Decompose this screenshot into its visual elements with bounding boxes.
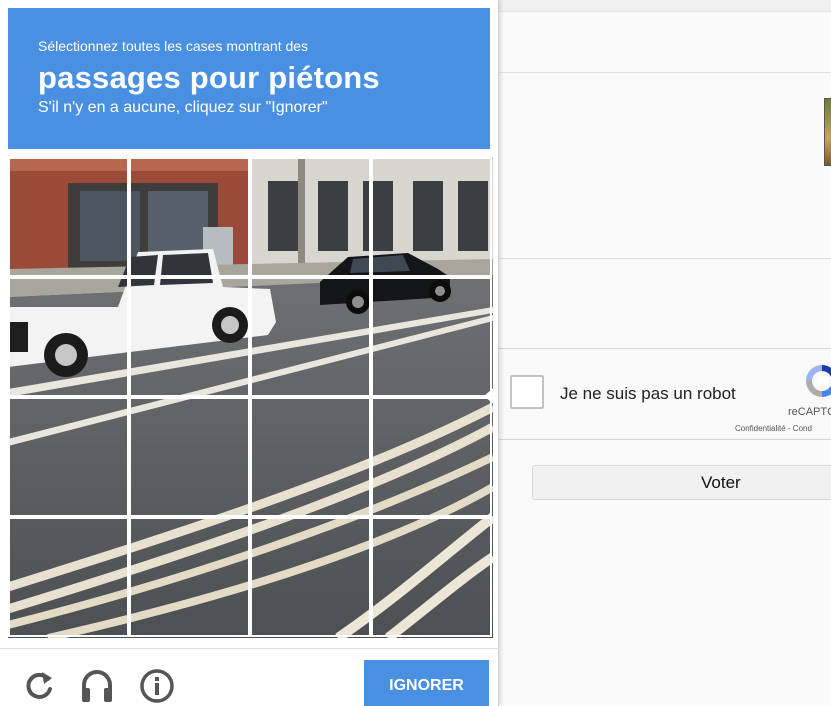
grid-tile[interactable] [250,277,371,397]
recaptcha-privacy-links[interactable]: Confidentialité - Cond [735,424,812,433]
grid-tile[interactable] [8,157,129,277]
challenge-target: passages pour piétons [38,60,380,95]
challenge-image-grid [8,157,493,638]
grid-tile[interactable] [371,157,492,277]
grid-tile[interactable] [129,277,250,397]
grid-tile[interactable] [371,397,492,517]
recaptcha-widget: Je ne suis pas un robot reCAPTC Confiden… [498,348,831,440]
recaptcha-brand: reCAPTC [788,406,831,418]
grid-tile[interactable] [129,157,250,277]
not-robot-checkbox[interactable] [510,375,544,409]
vote-button[interactable]: Voter [532,465,831,500]
footer-divider [0,648,499,649]
divider [498,72,831,73]
captcha-challenge-popup: Sélectionnez toutes les cases montrant d… [0,0,499,706]
challenge-header: Sélectionnez toutes les cases montrant d… [8,8,490,149]
grid-tile[interactable] [250,157,371,277]
challenge-instruction: Sélectionnez toutes les cases montrant d… [38,38,309,54]
grid-tile[interactable] [8,277,129,397]
grid-tile[interactable] [8,397,129,517]
grid-tile[interactable] [250,517,371,637]
not-robot-label: Je ne suis pas un robot [560,384,736,403]
headphones-icon[interactable] [78,667,116,705]
popup-pointer-arrow [484,384,498,408]
divider [498,258,831,259]
grid-tile[interactable] [129,517,250,637]
challenge-hint: S'il n'y en a aucune, cliquez sur "Ignor… [38,99,328,116]
grid-tile[interactable] [371,277,492,397]
info-icon[interactable] [138,667,176,705]
skip-button[interactable]: IGNORER [364,660,489,706]
reload-icon[interactable] [20,667,58,705]
grid-tile[interactable] [129,397,250,517]
grid-tile[interactable] [8,517,129,637]
thumbnail-image [824,98,831,166]
recaptcha-logo-icon [806,365,831,397]
grid-tile[interactable] [250,397,371,517]
page-top-bar [498,0,831,12]
grid-tile[interactable] [371,517,492,637]
